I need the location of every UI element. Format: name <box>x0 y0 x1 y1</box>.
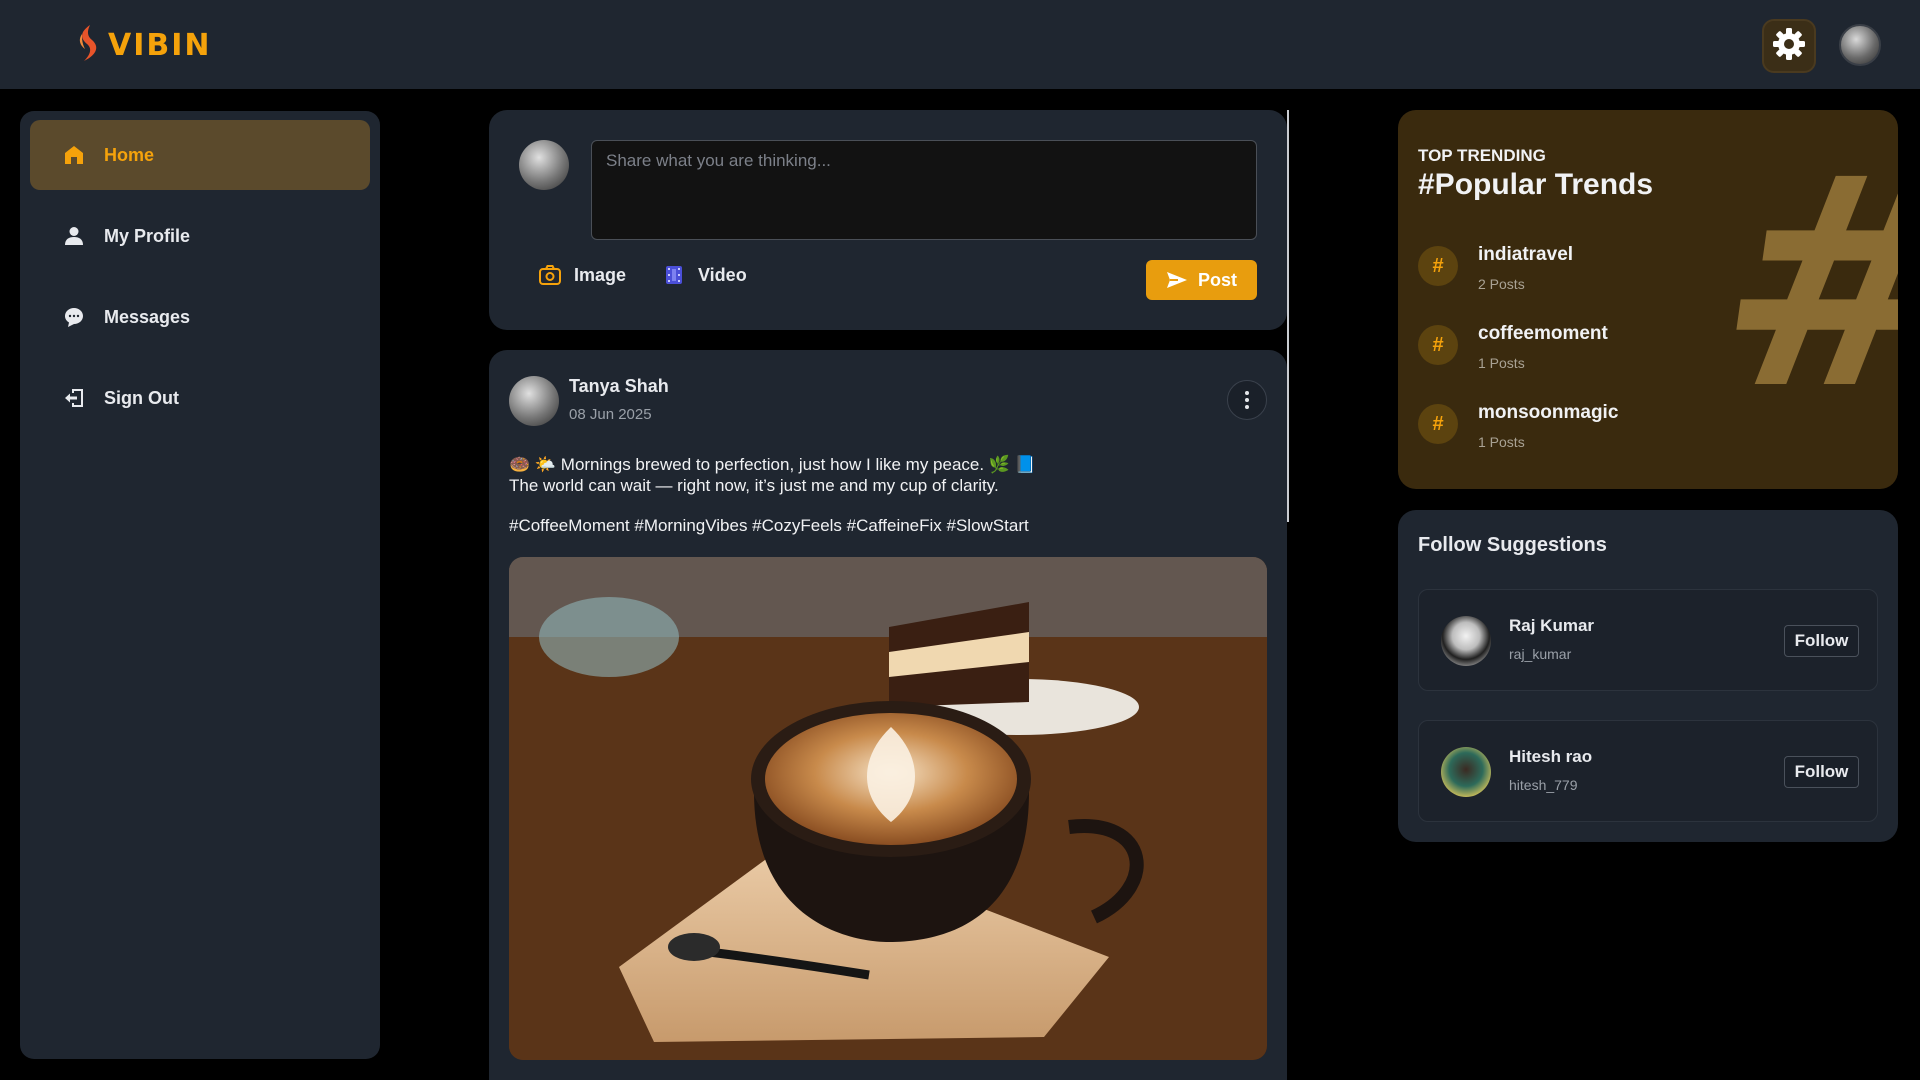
video-label: Video <box>698 264 747 285</box>
header-avatar[interactable] <box>1839 24 1881 66</box>
sidebar-item-messages[interactable]: Messages <box>30 282 370 352</box>
sidebar-item-label: Sign Out <box>104 387 179 408</box>
suggestions-title: Follow Suggestions <box>1418 534 1607 556</box>
composer-avatar <box>519 140 569 190</box>
post-body: 🍩 🌤️ Mornings brewed to perfection, just… <box>509 454 1269 496</box>
hashtag-icon: # <box>1418 325 1458 365</box>
add-image-button[interactable]: Image <box>538 264 626 286</box>
suggestion-card: Hitesh rao hitesh_779 Follow <box>1418 720 1878 822</box>
post-author-avatar[interactable] <box>509 376 559 426</box>
logo-text: VIBIN <box>108 28 212 63</box>
top-header: VIBIN <box>0 0 1920 89</box>
gear-icon <box>1771 26 1807 67</box>
feed-scrollbar[interactable] <box>1287 110 1289 522</box>
flame-logo-icon <box>76 24 102 67</box>
follow-button[interactable]: Follow <box>1784 756 1859 788</box>
sidebar-item-home[interactable]: Home <box>30 120 370 190</box>
hashtag-icon: # <box>1418 404 1458 444</box>
settings-button[interactable] <box>1762 19 1816 73</box>
trend-item[interactable]: # coffeemoment 1 Posts <box>1418 323 1608 371</box>
trend-count: 1 Posts <box>1478 434 1525 450</box>
sidebar-item-label: My Profile <box>104 225 191 246</box>
sidebar-item-my-profile[interactable]: My Profile <box>30 201 370 271</box>
hash-decoration-icon: # <box>1699 116 1898 453</box>
post-date: 08 Jun 2025 <box>569 406 652 423</box>
camera-icon <box>538 264 562 286</box>
trend-name: indiatravel <box>1478 244 1574 265</box>
user-icon <box>62 224 86 248</box>
home-icon <box>62 143 86 167</box>
image-label: Image <box>574 264 627 285</box>
composer-input[interactable] <box>591 140 1257 240</box>
suggestion-avatar[interactable] <box>1441 747 1491 797</box>
post-body-line: 🍩 🌤️ Mornings brewed to perfection, just… <box>509 455 1036 474</box>
sign-out-icon <box>62 386 86 410</box>
trend-count: 2 Posts <box>1478 276 1525 292</box>
more-dot <box>1245 405 1249 409</box>
trend-name: monsoonmagic <box>1478 402 1619 423</box>
follow-button[interactable]: Follow <box>1784 625 1859 657</box>
trend-name: coffeemoment <box>1478 323 1608 344</box>
post-hashtags[interactable]: #CoffeeMoment #MorningVibes #CozyFeels #… <box>509 516 1029 536</box>
follow-suggestions-panel: Follow Suggestions Raj Kumar raj_kumar F… <box>1398 510 1898 842</box>
add-video-button[interactable]: Video <box>664 264 747 286</box>
send-icon <box>1166 271 1188 289</box>
film-icon <box>664 264 684 286</box>
trending-title: #Popular Trends <box>1418 168 1654 201</box>
more-dot <box>1245 398 1249 402</box>
hashtag-icon: # <box>1418 246 1458 286</box>
suggestion-handle: raj_kumar <box>1509 646 1572 662</box>
chat-icon <box>62 305 86 329</box>
post-button[interactable]: Post <box>1146 260 1257 300</box>
post-options-button[interactable] <box>1227 380 1267 420</box>
app-logo[interactable]: VIBIN <box>76 24 212 67</box>
trend-item[interactable]: # monsoonmagic 1 Posts <box>1418 402 1618 450</box>
sidebar-item-label: Home <box>104 144 155 165</box>
sidebar-item-label: Messages <box>104 306 191 327</box>
trend-item[interactable]: # indiatravel 2 Posts <box>1418 244 1573 292</box>
suggestion-name[interactable]: Hitesh rao <box>1509 747 1592 767</box>
suggestion-card: Raj Kumar raj_kumar Follow <box>1418 589 1878 691</box>
trend-count: 1 Posts <box>1478 355 1525 371</box>
more-dot <box>1245 391 1249 395</box>
sidebar: Home My Profile Messages Sign Out <box>20 111 380 1059</box>
trending-panel: # TOP TRENDING #Popular Trends # indiatr… <box>1398 110 1898 489</box>
post-image-coffee[interactable] <box>509 557 1267 1060</box>
suggestion-avatar[interactable] <box>1441 616 1491 666</box>
feed-post: Tanya Shah 08 Jun 2025 🍩 🌤️ Mornings bre… <box>489 350 1287 1080</box>
trending-kicker: TOP TRENDING <box>1418 146 1546 165</box>
post-author-name[interactable]: Tanya Shah <box>569 376 669 397</box>
sidebar-item-sign-out[interactable]: Sign Out <box>30 363 370 433</box>
post-button-label: Post <box>1197 269 1237 290</box>
suggestion-name[interactable]: Raj Kumar <box>1509 616 1594 636</box>
post-body-line: The world can wait — right now, it’s jus… <box>509 476 999 495</box>
suggestion-handle: hitesh_779 <box>1509 777 1578 793</box>
